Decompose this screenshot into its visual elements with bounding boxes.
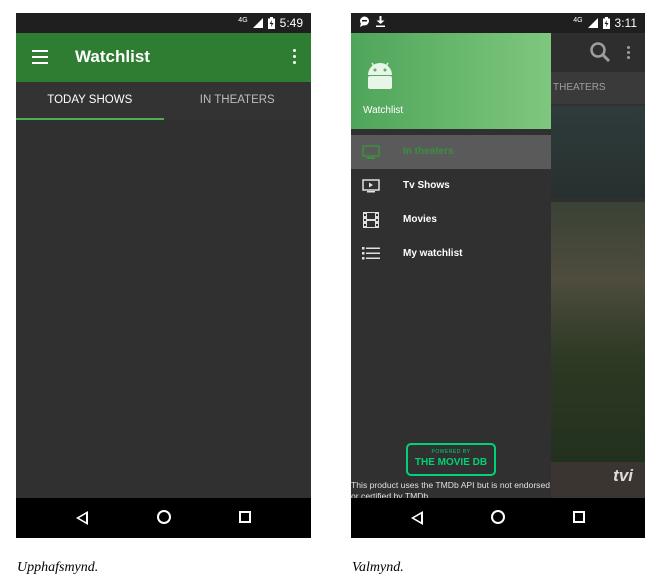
system-nav-bar (351, 498, 645, 538)
more-vert-icon[interactable] (293, 49, 297, 65)
home-icon[interactable] (491, 510, 505, 524)
app-bar: Watchlist (16, 33, 311, 82)
background-movie-image (551, 202, 645, 462)
tab-today-shows[interactable]: TODAY SHOWS (16, 82, 164, 120)
tmdb-name: THE MOVIE DB (414, 457, 488, 468)
theater-icon (362, 145, 380, 159)
recents-icon[interactable] (239, 511, 251, 523)
back-icon[interactable] (76, 511, 88, 525)
phone-screen-start: 4G 5:49 Watchlist TODAY SHOWS IN THEATER… (16, 13, 311, 538)
back-icon[interactable] (411, 511, 423, 525)
clock: 3:11 (614, 16, 637, 30)
status-bar: 4G 5:49 (16, 13, 311, 33)
signal-icon (252, 18, 263, 28)
tab-in-theaters[interactable]: IN THEATERS (164, 82, 312, 120)
chat-icon (360, 16, 369, 27)
tvi-logo: tvi (613, 466, 633, 485)
system-nav-bar (16, 498, 311, 538)
tmdb-logo[interactable]: POWERED BY THE MOVIE DB (406, 443, 496, 476)
battery-icon (602, 17, 610, 29)
android-icon (368, 62, 392, 89)
tmdb-powered-by: POWERED BY (431, 449, 471, 455)
clock: 5:49 (279, 16, 303, 30)
drawer-item-label: Movies (403, 214, 437, 225)
drawer-app-name: Watchlist (363, 105, 404, 116)
drawer-item-label: My watchlist (403, 248, 463, 259)
caption-menu-screen: Valmynd. (352, 560, 404, 575)
drawer-item-my-watchlist[interactable]: My watchlist (351, 237, 551, 271)
drawer-item-movies[interactable]: Movies (351, 203, 551, 237)
status-bar: 4G 3:11 (351, 13, 645, 33)
more-vert-icon (627, 46, 631, 60)
background-tab-label: THEATERS (553, 82, 606, 93)
film-icon (363, 212, 379, 228)
app-title: Watchlist (75, 47, 150, 66)
list-icon (362, 247, 380, 260)
drawer-item-tv-shows[interactable]: Tv Shows (351, 169, 551, 203)
empty-content-area (16, 120, 311, 498)
network-type: 4G (238, 16, 248, 24)
search-icon (590, 42, 611, 63)
tab-bar: TODAY SHOWS IN THEATERS (16, 82, 311, 120)
background-poster (551, 106, 645, 198)
caption-start-screen: Upphafsmynd. (17, 560, 99, 575)
navigation-drawer: Watchlist In theaters Tv Shows Movies My… (351, 33, 551, 501)
home-icon[interactable] (156, 510, 171, 524)
drawer-item-in-theaters[interactable]: In theaters (351, 135, 551, 169)
network-type: 4G (573, 16, 583, 24)
recents-icon[interactable] (573, 511, 585, 523)
tv-icon (362, 179, 380, 193)
download-icon (376, 16, 385, 27)
battery-icon (267, 17, 275, 29)
hamburger-icon[interactable] (32, 50, 48, 64)
drawer-header: Watchlist (351, 33, 551, 129)
phone-screen-menu: 4G 3:11 THEATERS tvi Watchlist In theate… (351, 13, 645, 538)
drawer-item-label: In theaters (403, 146, 454, 157)
drawer-item-label: Tv Shows (403, 180, 450, 191)
signal-icon (587, 18, 598, 28)
